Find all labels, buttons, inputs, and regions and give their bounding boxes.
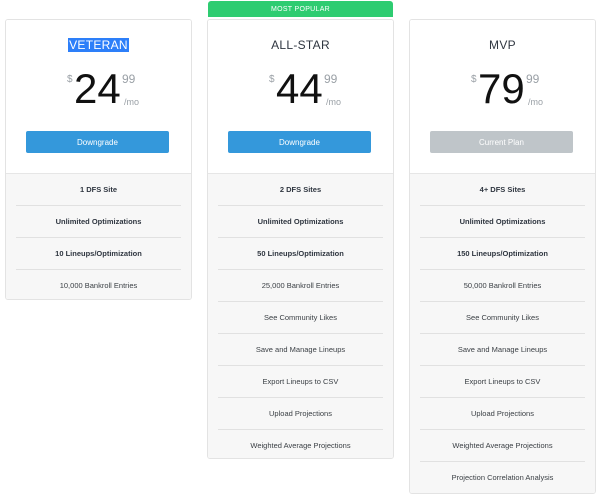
plan-header: VETERAN $ 24 99 /mo Downgrade (6, 20, 191, 173)
feature-item: 2 DFS Sites (218, 174, 383, 206)
feature-item: Weighted Average Projections (250, 441, 351, 450)
feature-item: 1 DFS Site (16, 174, 181, 206)
feature-item: 10 Lineups/Optimization (16, 238, 181, 270)
feature-item: See Community Likes (420, 302, 585, 334)
feature-item: Export Lineups to CSV (420, 366, 585, 398)
feature-item: 50,000 Bankroll Entries (420, 270, 585, 302)
plan-name: VETERAN (68, 38, 129, 52)
feature-item: Projection Correlation Analysis (451, 473, 554, 482)
currency-symbol: $ (471, 74, 477, 85)
feature-list: 2 DFS Sites Unlimited Optimizations 50 L… (208, 173, 393, 458)
plan-card-veteran: VETERAN $ 24 99 /mo Downgrade 1 DFS Site… (5, 19, 192, 300)
feature-item: 4+ DFS Sites (420, 174, 585, 206)
feature-item: Weighted Average Projections (420, 430, 585, 462)
currency-symbol: $ (67, 74, 73, 85)
plan-header: ALL-STAR $ 44 99 /mo Downgrade (208, 20, 393, 173)
plan-header: MVP $ 79 99 /mo Current Plan (410, 20, 595, 173)
feature-item: 25,000 Bankroll Entries (218, 270, 383, 302)
price-amount: 24 (74, 65, 121, 112)
price-cents: 99 (122, 72, 136, 86)
feature-item: Unlimited Optimizations (16, 206, 181, 238)
feature-item: Save and Manage Lineups (420, 334, 585, 366)
price-amount: 79 (478, 65, 525, 112)
plan-card-mvp: MVP $ 79 99 /mo Current Plan 4+ DFS Site… (409, 19, 596, 494)
feature-list: 4+ DFS Sites Unlimited Optimizations 150… (410, 173, 595, 493)
feature-list: 1 DFS Site Unlimited Optimizations 10 Li… (6, 173, 191, 299)
plan-price: $ 24 99 /mo (6, 65, 191, 114)
price-period: /mo (124, 97, 140, 107)
plan-card-all-star: ALL-STAR $ 44 99 /mo Downgrade 2 DFS Sit… (207, 19, 394, 459)
price-period: /mo (528, 97, 544, 107)
price-period: /mo (326, 97, 342, 107)
plan-price: $ 79 99 /mo (410, 65, 595, 114)
feature-item: Unlimited Optimizations (420, 206, 585, 238)
feature-item: See Community Likes (218, 302, 383, 334)
most-popular-badge: MOST POPULAR (208, 1, 393, 17)
price-cents: 99 (526, 72, 540, 86)
feature-item: Save and Manage Lineups (218, 334, 383, 366)
downgrade-button[interactable]: Downgrade (228, 131, 371, 153)
feature-item: 50 Lineups/Optimization (218, 238, 383, 270)
feature-item: Upload Projections (420, 398, 585, 430)
feature-item: 150 Lineups/Optimization (420, 238, 585, 270)
price-amount: 44 (276, 65, 323, 112)
plan-name: MVP (489, 38, 516, 52)
current-plan-button[interactable]: Current Plan (430, 131, 573, 153)
feature-item: Unlimited Optimizations (218, 206, 383, 238)
plan-name: ALL-STAR (271, 38, 330, 52)
currency-symbol: $ (269, 74, 275, 85)
feature-item: 10,000 Bankroll Entries (59, 281, 138, 290)
plan-price: $ 44 99 /mo (208, 65, 393, 114)
feature-item: Upload Projections (218, 398, 383, 430)
downgrade-button[interactable]: Downgrade (26, 131, 169, 153)
price-cents: 99 (324, 72, 338, 86)
feature-item: Export Lineups to CSV (218, 366, 383, 398)
